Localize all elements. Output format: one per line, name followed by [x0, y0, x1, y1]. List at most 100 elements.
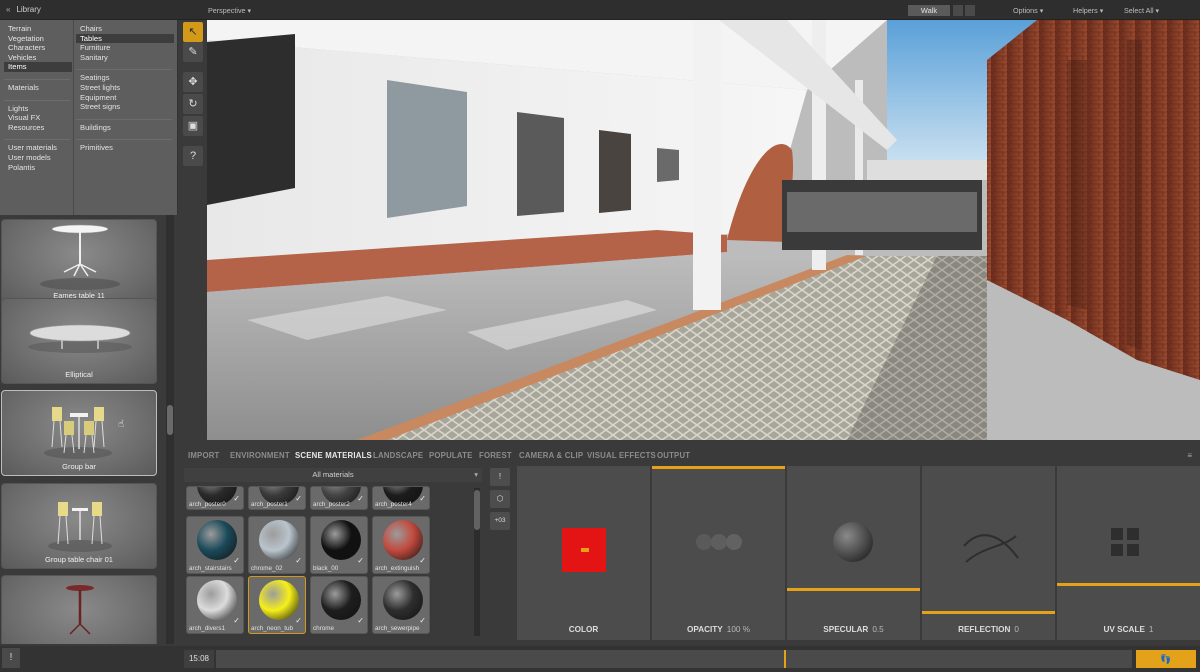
specular-bar[interactable]	[787, 588, 920, 591]
material-tile[interactable]: arch_poster1 ✓	[248, 486, 306, 510]
material-picker-icon[interactable]: !	[490, 468, 510, 486]
material-tile[interactable]: arch_poster4 ✓	[372, 486, 430, 510]
tab-landscape[interactable]: LANDSCAPE	[373, 451, 423, 460]
material-tile[interactable]: arch_divers1 ✓	[186, 576, 244, 634]
sub-sanitary[interactable]: Sanitary	[76, 53, 174, 63]
category-user-materials[interactable]: User materials	[4, 143, 72, 153]
library-header: « Library	[0, 0, 178, 20]
scale-tool-icon[interactable]: ▣	[183, 116, 203, 136]
category-vehicles[interactable]: Vehicles	[4, 53, 72, 63]
material-tile[interactable]: arch_poster0 ✓	[186, 486, 244, 510]
help-icon[interactable]: ?	[183, 146, 203, 166]
material-scroll-knob[interactable]	[474, 490, 480, 530]
material-preview-sphere	[197, 520, 237, 560]
specular-value[interactable]: 0.5	[872, 625, 883, 634]
orbit-mode-button[interactable]	[965, 5, 975, 16]
category-resources[interactable]: Resources	[4, 123, 72, 133]
library-item-bistro-table[interactable]	[1, 575, 157, 644]
3d-viewport[interactable]	[207, 20, 1200, 440]
options-dropdown[interactable]: Options ▾	[1013, 6, 1043, 15]
tab-populate[interactable]: POPULATE	[429, 451, 472, 460]
material-tile[interactable]: black_00 ✓	[310, 516, 368, 574]
material-tile[interactable]: arch_neon_tub ✓	[248, 576, 306, 634]
library-item-group-bar[interactable]: ☝ Group bar	[1, 390, 157, 476]
sub-tables[interactable]: Tables	[76, 33, 174, 44]
tab-import[interactable]: IMPORT	[188, 451, 220, 460]
sub-street-lights[interactable]: Street lights	[76, 83, 174, 93]
category-polantis[interactable]: Polantis	[4, 163, 72, 173]
timeline-track[interactable]	[216, 650, 1132, 668]
reflection-value[interactable]: 0	[1014, 625, 1019, 634]
material-filter-dropdown[interactable]: All materials ▾	[184, 468, 482, 482]
uv-scale-bar[interactable]	[1057, 583, 1200, 586]
sub-equipment[interactable]: Equipment	[76, 93, 174, 103]
category-user-models[interactable]: User models	[4, 153, 72, 163]
category-materials[interactable]: Materials	[4, 83, 72, 93]
tab-visual-effects[interactable]: VISUAL EFFECTS	[587, 451, 656, 460]
sub-furniture[interactable]: Furniture	[76, 43, 174, 53]
category-visual-fx[interactable]: Visual FX	[4, 113, 72, 123]
library-item-list[interactable]: Eames table 11 Elliptical ☝ Group bar Gr…	[0, 215, 178, 644]
library-scrollbar[interactable]	[166, 215, 174, 644]
exclamation-icon[interactable]: !	[2, 648, 20, 668]
material-tile[interactable]: arch_sewerpipe ✓	[372, 576, 430, 634]
walk-button[interactable]: Walk	[908, 5, 950, 16]
category-vegetation[interactable]: Vegetation	[4, 34, 72, 44]
library-item-elliptical[interactable]: Elliptical	[1, 298, 157, 384]
collapse-icon[interactable]: «	[6, 5, 10, 14]
category-terrain[interactable]: Terrain	[4, 24, 72, 34]
category-items[interactable]: Items	[4, 62, 72, 72]
property-color[interactable]: COLOR	[517, 466, 650, 640]
tab-environment[interactable]: ENVIRONMENT	[230, 451, 290, 460]
helpers-dropdown[interactable]: Helpers ▾	[1073, 6, 1103, 15]
material-scrollbar[interactable]	[474, 488, 480, 636]
panel-menu-icon[interactable]: ≡	[1187, 451, 1192, 460]
category-separator	[4, 72, 70, 80]
material-tile[interactable]: arch_poster2 ✓	[310, 486, 368, 510]
property-uv-scale[interactable]: UV SCALE 1	[1057, 466, 1200, 640]
property-opacity[interactable]: OPACITY 100 %	[652, 466, 785, 640]
material-preview-sphere	[383, 580, 423, 620]
material-count-button[interactable]: +03	[490, 512, 510, 530]
check-icon: ✓	[357, 616, 364, 625]
property-reflection[interactable]: REFLECTION 0	[922, 466, 1055, 640]
color-swatch[interactable]	[562, 528, 606, 572]
opacity-value[interactable]: 100 %	[727, 625, 750, 634]
select-all-dropdown[interactable]: Select All ▾	[1124, 6, 1159, 15]
category-lights[interactable]: Lights	[4, 104, 72, 114]
material-tile[interactable]: chrome ✓	[310, 576, 368, 634]
property-specular[interactable]: SPECULAR 0.5	[787, 466, 920, 640]
tab-scene-materials[interactable]: SCENE MATERIALS	[295, 451, 372, 460]
material-cube-icon[interactable]: ⬡	[490, 490, 510, 508]
sub-street-signs[interactable]: Street signs	[76, 102, 174, 112]
uv-grid-icon	[1111, 528, 1139, 556]
swatch-marker	[581, 548, 589, 552]
tab-forest[interactable]: FOREST	[479, 451, 512, 460]
library-item-eames-table[interactable]: Eames table 11	[1, 219, 157, 305]
move-tool-icon[interactable]: ✥	[183, 72, 203, 92]
sub-primitives[interactable]: Primitives	[76, 143, 174, 153]
material-tile[interactable]: chrome_02 ✓	[248, 516, 306, 574]
view-mode-dropdown[interactable]: Perspective ▾	[208, 6, 251, 15]
timeline-playhead[interactable]	[783, 650, 786, 668]
fly-mode-button[interactable]	[953, 5, 963, 16]
tab-output[interactable]: OUTPUT	[657, 451, 690, 460]
category-characters[interactable]: Characters	[4, 43, 72, 53]
walk-footsteps-icon[interactable]: 👣	[1136, 650, 1196, 668]
sub-buildings[interactable]: Buildings	[76, 123, 174, 133]
timeline-time[interactable]: 15:08	[184, 650, 214, 668]
property-label: SPECULAR 0.5	[823, 625, 884, 634]
sub-chairs[interactable]: Chairs	[76, 24, 174, 34]
tab-camera-clip[interactable]: CAMERA & CLIP	[519, 451, 583, 460]
opacity-bar[interactable]	[652, 466, 785, 469]
reflection-bar[interactable]	[922, 611, 1055, 614]
material-tile[interactable]: arch_extinguish ✓	[372, 516, 430, 574]
uv-scale-value[interactable]: 1	[1149, 625, 1154, 634]
paint-tool-icon[interactable]: ✎	[183, 42, 203, 62]
sub-seatings[interactable]: Seatings	[76, 73, 174, 83]
rotate-tool-icon[interactable]: ↻	[183, 94, 203, 114]
material-tile[interactable]: arch_stairstairs ✓	[186, 516, 244, 574]
select-tool-icon[interactable]: ↖	[183, 22, 203, 42]
library-scroll-knob[interactable]	[167, 405, 173, 435]
library-item-group-table-chair[interactable]: Group table chair 01	[1, 483, 157, 569]
